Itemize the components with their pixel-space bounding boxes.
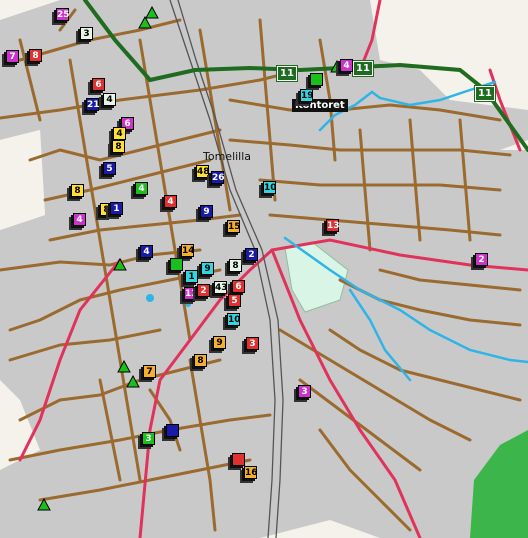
poi-marker[interactable]: 5 [103,162,116,175]
poi-marker[interactable]: 19 [300,89,314,102]
poi-marker[interactable]: 9 [213,336,226,349]
poi-marker[interactable] [166,424,179,437]
poi-marker[interactable]: 3 [80,27,93,40]
poi-marker[interactable]: 21 [86,98,100,111]
poi-marker[interactable] [232,453,245,466]
open-land-w [0,130,45,230]
poi-marker[interactable]: 1 [110,202,123,215]
poi-marker[interactable]: 10 [263,181,277,194]
poi-marker[interactable]: 8 [29,49,42,62]
poi-marker-triangle[interactable] [138,16,152,29]
poi-marker-triangle[interactable] [37,498,51,511]
poi-marker[interactable]: 7 [143,365,156,378]
poi-marker[interactable]: 1 [185,270,198,283]
poi-marker[interactable]: 5 [228,294,241,307]
poi-marker[interactable]: 25 [56,8,70,21]
poi-marker[interactable]: 2 [197,284,210,297]
poi-marker[interactable]: 4 [340,59,353,72]
poi-marker[interactable] [310,73,323,86]
poi-marker[interactable]: 2 [245,248,258,261]
place-label-town: Tomelilla [203,150,252,163]
poi-marker[interactable]: 4 [73,213,86,226]
pond [146,294,154,302]
poi-marker[interactable]: 15 [227,220,241,233]
poi-marker[interactable]: 13 [184,287,198,300]
poi-marker[interactable] [170,258,183,271]
map-base-layer [0,0,528,538]
poi-marker-triangle[interactable] [117,360,131,373]
poi-marker[interactable]: 10 [227,313,241,326]
route-shield: 11 [352,60,374,77]
poi-marker[interactable]: 3 [298,385,311,398]
poi-marker[interactable]: 48 [196,165,210,178]
poi-marker[interactable]: 8 [112,140,125,153]
poi-marker[interactable]: 4 [103,93,116,106]
poi-marker[interactable]: 9 [200,205,213,218]
poi-marker[interactable]: 14 [181,244,195,257]
poi-marker[interactable]: 43 [214,281,228,294]
poi-marker[interactable]: 8 [71,184,84,197]
poi-marker[interactable]: 16 [244,466,258,479]
poi-marker[interactable]: 7 [6,50,19,63]
poi-marker[interactable]: 3 [246,337,259,350]
route-shield: 11 [276,65,298,82]
poi-marker[interactable]: 8 [229,259,242,272]
map-view[interactable]: Tomelilla Kontoret 11 11 11 25 3 7 8 6 21 4 6 4 8… [0,0,528,538]
poi-marker[interactable]: 8 [194,354,207,367]
route-shield: 11 [474,85,496,102]
poi-marker[interactable]: 4 [135,182,148,195]
poi-marker[interactable]: 26 [211,171,225,184]
poi-marker[interactable]: 4 [113,127,126,140]
poi-marker[interactable]: 4 [140,245,153,258]
poi-marker[interactable]: 6 [92,78,105,91]
poi-marker-triangle[interactable] [126,375,140,388]
pond [185,301,191,307]
poi-marker-triangle[interactable] [113,258,127,271]
poi-marker[interactable]: 2 [475,253,488,266]
poi-marker[interactable]: 4 [164,195,177,208]
poi-marker[interactable]: 6 [232,280,245,293]
poi-marker[interactable]: 3 [142,432,155,445]
poi-marker[interactable]: 13 [326,219,340,232]
poi-marker[interactable]: 9 [201,262,214,275]
